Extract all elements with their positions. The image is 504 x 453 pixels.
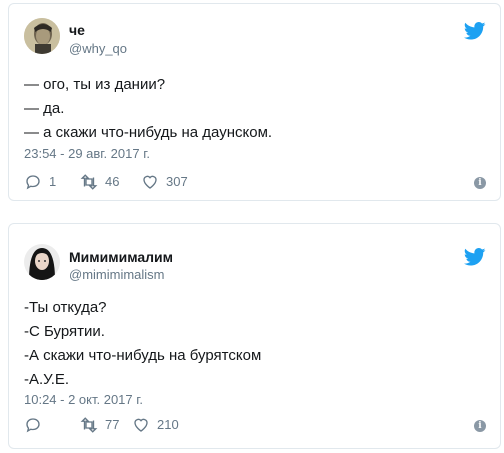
tweet-text-line: — а скажи что-нибудь на даунском.: [24, 124, 273, 141]
tweet-card-1: че @why_qo — ого, ты из дании? — да. — а…: [8, 3, 501, 201]
tweet-text-line: — ого, ты из дании?: [24, 76, 166, 93]
info-icon[interactable]: [474, 420, 486, 432]
retweet-count: 77: [105, 417, 120, 432]
tweet-text-line: -А.У.Е.: [24, 371, 70, 388]
like-icon: [143, 175, 157, 189]
reply-icon: [26, 175, 40, 190]
retweet-count: 46: [105, 174, 120, 189]
author-handle[interactable]: @mimimimalism: [69, 267, 165, 282]
avatar[interactable]: [24, 18, 60, 54]
avatar[interactable]: [24, 244, 60, 280]
reply-button[interactable]: 1: [24, 172, 56, 192]
retweet-button[interactable]: 46: [80, 172, 119, 192]
retweet-icon: [80, 174, 98, 190]
retweet-button[interactable]: 77: [80, 415, 119, 435]
tweet-timestamp[interactable]: 10:24 - 2 окт. 2017 г.: [24, 392, 143, 407]
tweet-text: -Ты откуда? -С Бурятии. -А скажи что-ниб…: [24, 296, 261, 392]
tweet-text-line: -А скажи что-нибудь на бурятском: [24, 347, 262, 364]
tweet-timestamp[interactable]: 23:54 - 29 авг. 2017 г.: [24, 146, 150, 161]
tweet-card-2: Мимимималим @mimimimalism -Ты откуда? -С…: [8, 223, 501, 449]
tweet-actions: 1 46 307: [24, 172, 484, 192]
tweet-text-line: -Ты откуда?: [24, 299, 107, 316]
author-name[interactable]: Мимимималим: [69, 249, 173, 265]
reply-icon: [26, 418, 40, 433]
like-count: 210: [157, 417, 179, 432]
like-icon: [134, 418, 148, 432]
tweet-text-line: -С Бурятии.: [24, 323, 105, 340]
tweet-text: — ого, ты из дании? — да. — а скажи что-…: [24, 73, 272, 145]
like-button[interactable]: 307: [141, 172, 188, 192]
twitter-bird-icon[interactable]: [464, 22, 486, 40]
info-icon[interactable]: [474, 177, 486, 189]
author-name[interactable]: че: [69, 22, 85, 38]
twitter-bird-icon[interactable]: [464, 248, 486, 266]
avatar-image: [24, 18, 60, 54]
reply-count: 1: [49, 174, 57, 189]
retweet-icon: [80, 417, 98, 433]
author-handle[interactable]: @why_qo: [69, 41, 127, 56]
tweet-text-line: — да.: [24, 100, 65, 117]
reply-button[interactable]: [24, 415, 49, 435]
tweet-actions: 77 210: [24, 415, 484, 435]
like-count: 307: [166, 174, 188, 189]
avatar-image: [24, 244, 60, 280]
like-button[interactable]: 210: [132, 415, 179, 435]
